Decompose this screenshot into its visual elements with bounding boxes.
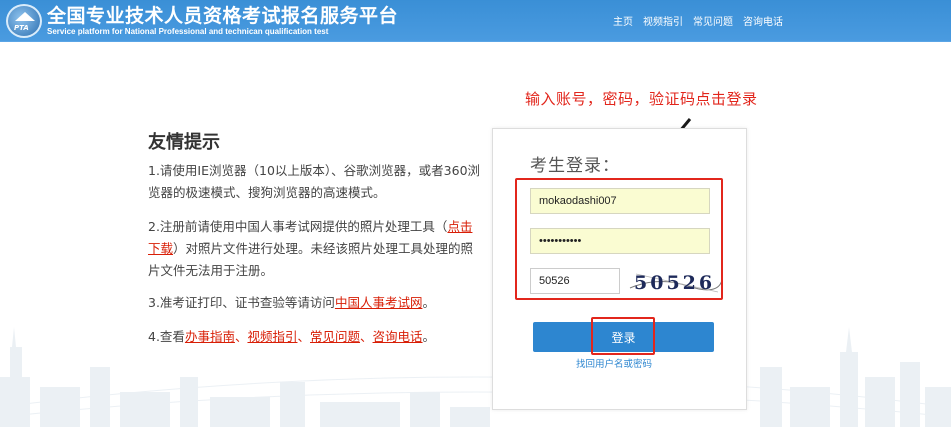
annotation-text: 输入账号，密码，验证码点击登录 [525, 90, 758, 108]
faq-link[interactable]: 常见问题 [310, 329, 360, 344]
cpta-link[interactable]: 中国人事考试网 [335, 295, 423, 310]
tip-browser-text: 1.请使用IE浏览器（10以上版本）、谷歌浏览器，或者360浏览器的极速模式、搜… [148, 163, 481, 200]
tip-admission-ticket: 3.准考证打印、证书查验等请访问中国人事考试网。 [148, 292, 483, 314]
tip-ticket-text-before: 3.准考证打印、证书查验等请访问 [148, 295, 335, 310]
logo-roof-icon [15, 12, 35, 21]
tip-help-text-after: 。 [422, 329, 436, 344]
login-button[interactable]: 登录 [533, 322, 714, 352]
skyline-background [0, 327, 951, 427]
video-guide-link[interactable]: 视频指引 [247, 329, 297, 344]
header-bar: PTA 全国专业技术人员资格考试报名服务平台 Service platform … [0, 0, 951, 42]
nav-video-guide[interactable]: 视频指引 [643, 13, 683, 28]
tips-title: 友情提示 [148, 132, 220, 153]
nav-contact[interactable]: 咨询电话 [743, 13, 783, 28]
separator: 、 [297, 329, 310, 344]
logo-text: PTA [14, 24, 29, 32]
login-title: 考生登录： [530, 156, 620, 176]
tip-photo-text-after: ）对照片文件进行处理。未经该照片处理工具处理的照片文件无法用于注册。 [148, 241, 474, 278]
tip-photo-text-before: 2.注册前请使用中国人事考试网提供的照片处理工具（ [148, 219, 448, 234]
tip-ticket-text-after: 。 [422, 295, 435, 310]
tip-help-text-before: 4.查看 [148, 329, 185, 344]
contact-link[interactable]: 咨询电话 [373, 329, 423, 344]
separator: 、 [360, 329, 373, 344]
tip-browser: 1.请使用IE浏览器（10以上版本）、谷歌浏览器，或者360浏览器的极速模式、搜… [148, 160, 483, 204]
nav-home[interactable]: 主页 [613, 13, 633, 28]
top-nav: 主页 视频指引 常见问题 咨询电话 [613, 13, 783, 28]
credentials-highlight-frame [515, 178, 723, 300]
site-title: 全国专业技术人员资格考试报名服务平台 [47, 5, 399, 27]
tip-help-links: 4.查看办事指南、视频指引、常见问题、咨询电话。 [148, 326, 483, 348]
pta-logo: PTA [6, 4, 42, 38]
separator: 、 [234, 329, 248, 344]
nav-faq[interactable]: 常见问题 [693, 13, 733, 28]
site-subtitle: Service platform for National Profession… [47, 27, 329, 36]
tip-photo-tool: 2.注册前请使用中国人事考试网提供的照片处理工具（点击下载）对照片文件进行处理。… [148, 216, 483, 282]
forgot-credentials-link[interactable]: 找回用户名或密码 [576, 356, 652, 370]
guide-link[interactable]: 办事指南 [185, 329, 235, 344]
